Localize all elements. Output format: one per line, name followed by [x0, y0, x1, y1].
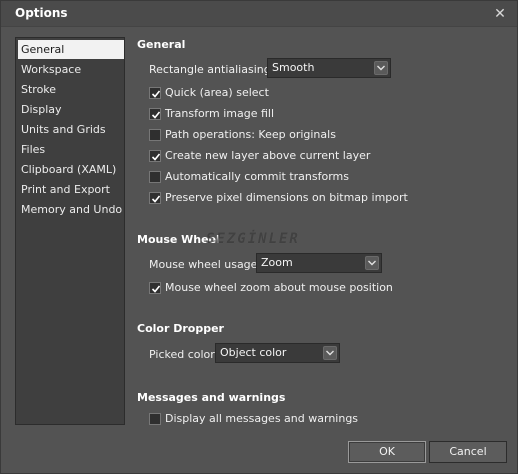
chevron-down-icon: [374, 61, 388, 75]
picked-color-select[interactable]: Object color: [215, 343, 340, 363]
ok-button[interactable]: OK: [348, 441, 426, 463]
picked-color-value: Object color: [220, 346, 287, 359]
mouse-wheel-usage-select[interactable]: Zoom: [256, 253, 382, 273]
quick-select-label: Quick (area) select: [165, 86, 269, 99]
antialias-label: Rectangle antialiasing: [149, 63, 271, 76]
section-title-color-dropper: Color Dropper: [137, 322, 224, 335]
sidebar-item-memory-and-undo[interactable]: Memory and Undo: [18, 200, 124, 219]
cancel-button[interactable]: Cancel: [429, 441, 507, 463]
title-bar: Options ✕: [1, 1, 517, 27]
display-all-messages-label: Display all messages and warnings: [165, 412, 359, 425]
sidebar-item-files[interactable]: Files: [18, 140, 124, 159]
mouse-wheel-usage-value: Zoom: [261, 256, 293, 269]
wheel-zoom-label: Mouse wheel zoom about mouse position: [165, 281, 393, 294]
auto-commit-label: Automatically commit transforms: [165, 170, 350, 183]
transform-image-fill-label: Transform image fill: [165, 107, 275, 120]
path-operations-checkbox[interactable]: [149, 129, 161, 141]
sidebar-item-clipboard[interactable]: Clipboard (XAML): [18, 160, 124, 179]
path-operations-label: Path operations: Keep originals: [165, 128, 336, 141]
quick-select-checkbox[interactable]: [149, 87, 161, 99]
category-list: General Workspace Stroke Display Units a…: [15, 37, 125, 425]
auto-commit-checkbox[interactable]: [149, 171, 161, 183]
preserve-pixel-checkbox[interactable]: [149, 192, 161, 204]
sidebar-item-workspace[interactable]: Workspace: [18, 60, 124, 79]
chevron-down-icon: [365, 256, 379, 270]
sidebar-item-print-and-export[interactable]: Print and Export: [18, 180, 124, 199]
options-dialog: Options ✕ General Workspace Stroke Displ…: [0, 0, 518, 474]
dialog-title: Options: [15, 6, 68, 20]
picked-color-label: Picked color: [149, 348, 215, 361]
wheel-zoom-checkbox[interactable]: [149, 282, 161, 294]
sidebar-item-units-and-grids[interactable]: Units and Grids: [18, 120, 124, 139]
close-icon[interactable]: ✕: [491, 5, 509, 23]
sidebar-item-display[interactable]: Display: [18, 100, 124, 119]
sidebar-item-general[interactable]: General: [18, 40, 124, 59]
mouse-wheel-usage-label: Mouse wheel usage: [149, 258, 258, 271]
display-all-messages-checkbox[interactable]: [149, 413, 161, 425]
section-title-messages: Messages and warnings: [137, 391, 286, 404]
create-new-layer-checkbox[interactable]: [149, 150, 161, 162]
preserve-pixel-label: Preserve pixel dimensions on bitmap impo…: [165, 191, 408, 204]
chevron-down-icon: [323, 346, 337, 360]
create-new-layer-label: Create new layer above current layer: [165, 149, 371, 162]
watermark: SEZGİNLER: [206, 231, 300, 247]
transform-image-fill-checkbox[interactable]: [149, 108, 161, 120]
antialias-value: Smooth: [272, 61, 315, 74]
antialias-select[interactable]: Smooth: [267, 58, 391, 78]
sidebar-item-stroke[interactable]: Stroke: [18, 80, 124, 99]
section-title-general: General: [137, 38, 186, 51]
